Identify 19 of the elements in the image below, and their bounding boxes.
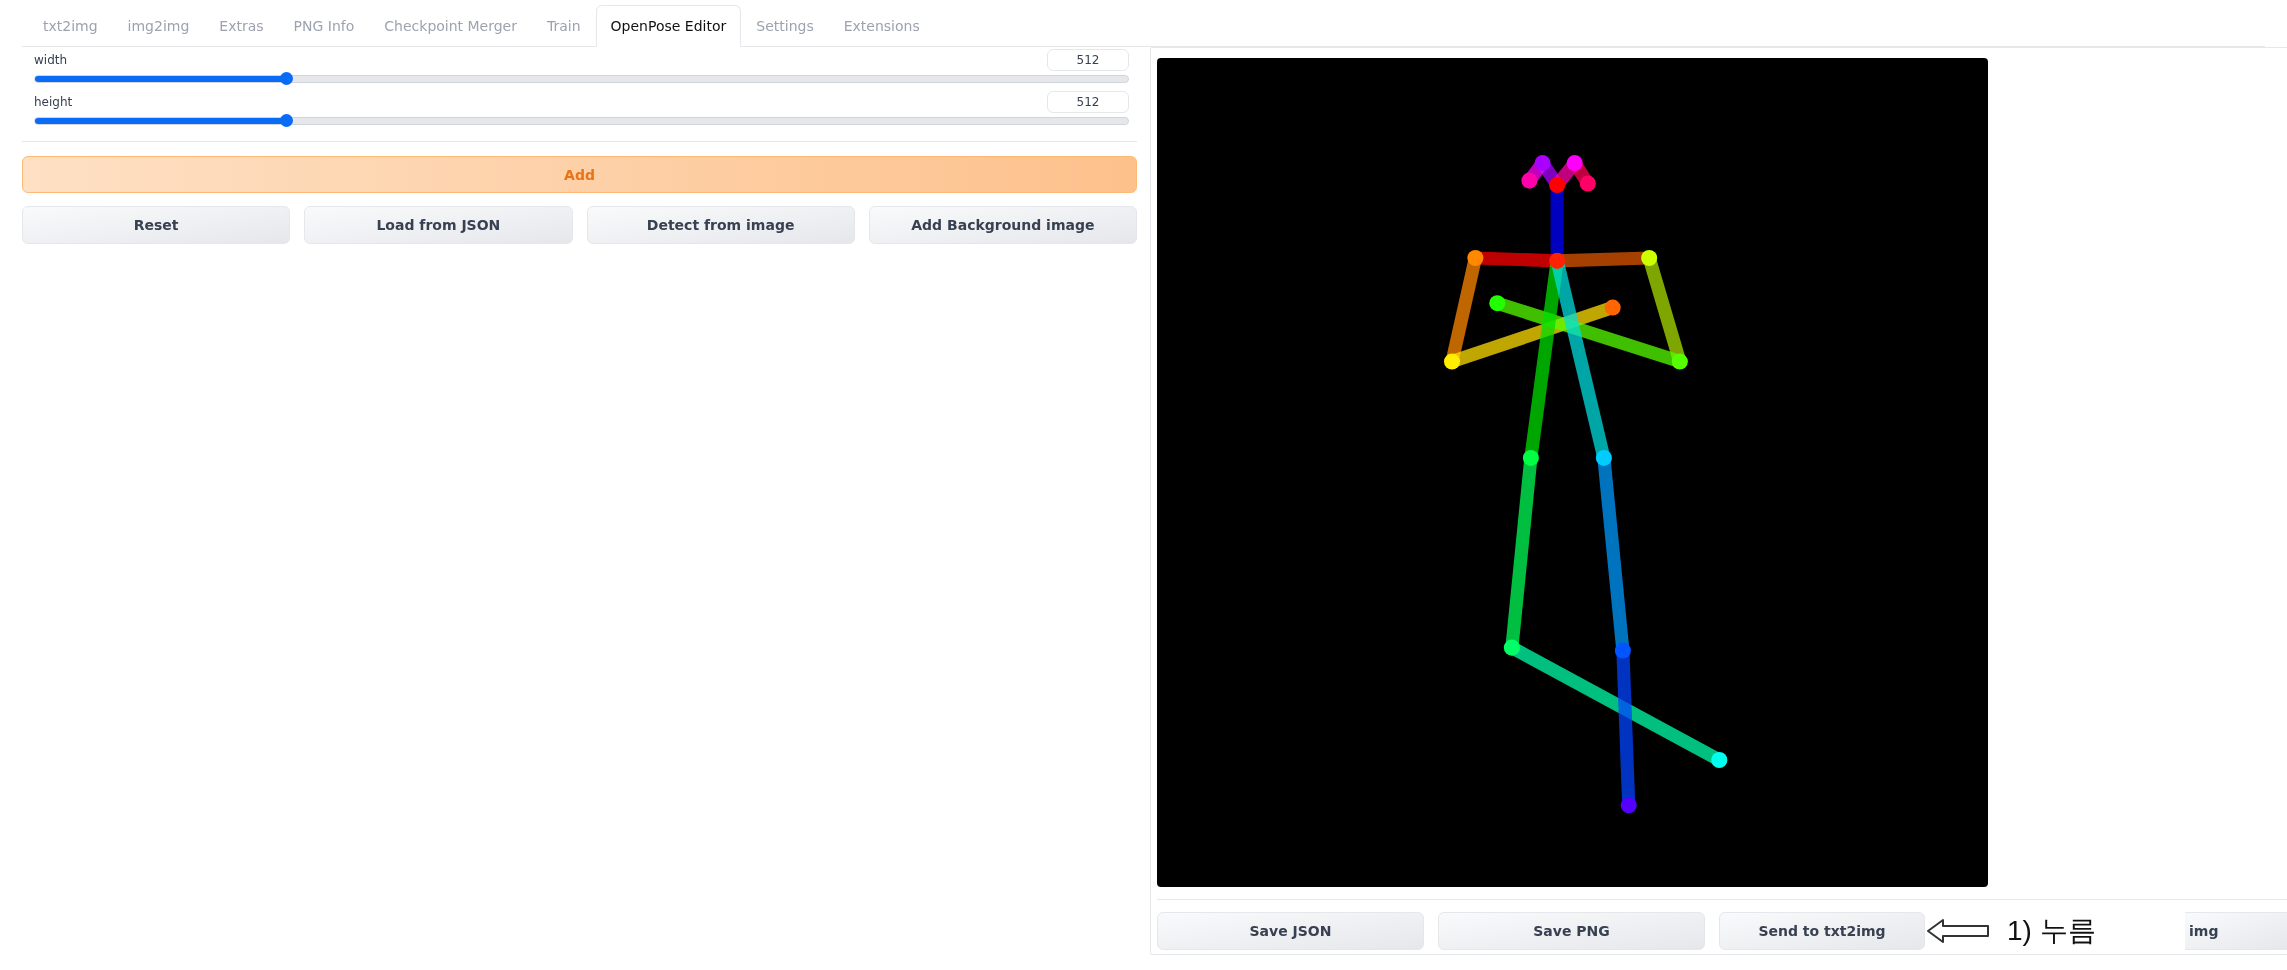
pose-drawing[interactable] bbox=[1444, 155, 1728, 814]
arrow-icon bbox=[1927, 918, 1989, 944]
action-button[interactable]: Send to txt2img bbox=[1719, 912, 1925, 950]
slider[interactable] bbox=[34, 75, 1129, 83]
slider-label: width bbox=[34, 53, 68, 67]
action-button[interactable]: Save JSON bbox=[1157, 912, 1424, 950]
action-button[interactable]: img bbox=[2185, 912, 2287, 950]
tab[interactable]: OpenPose Editor bbox=[595, 5, 742, 47]
annotation-text: 1) 누름 bbox=[2006, 914, 2097, 948]
action-button[interactable]: Load from JSON bbox=[304, 206, 573, 244]
action-button[interactable]: Reset bbox=[22, 206, 291, 244]
action-button[interactable]: Add Background image bbox=[868, 206, 1137, 244]
number-field[interactable]: 512 bbox=[1047, 91, 1129, 113]
slider[interactable] bbox=[34, 117, 1129, 125]
pose-canvas[interactable] bbox=[1157, 58, 1988, 887]
slider-label: height bbox=[34, 95, 73, 109]
action-button[interactable]: Save PNG bbox=[1438, 912, 1705, 950]
action-button[interactable]: Detect from image bbox=[586, 206, 855, 244]
number-field[interactable]: 512 bbox=[1047, 49, 1129, 71]
